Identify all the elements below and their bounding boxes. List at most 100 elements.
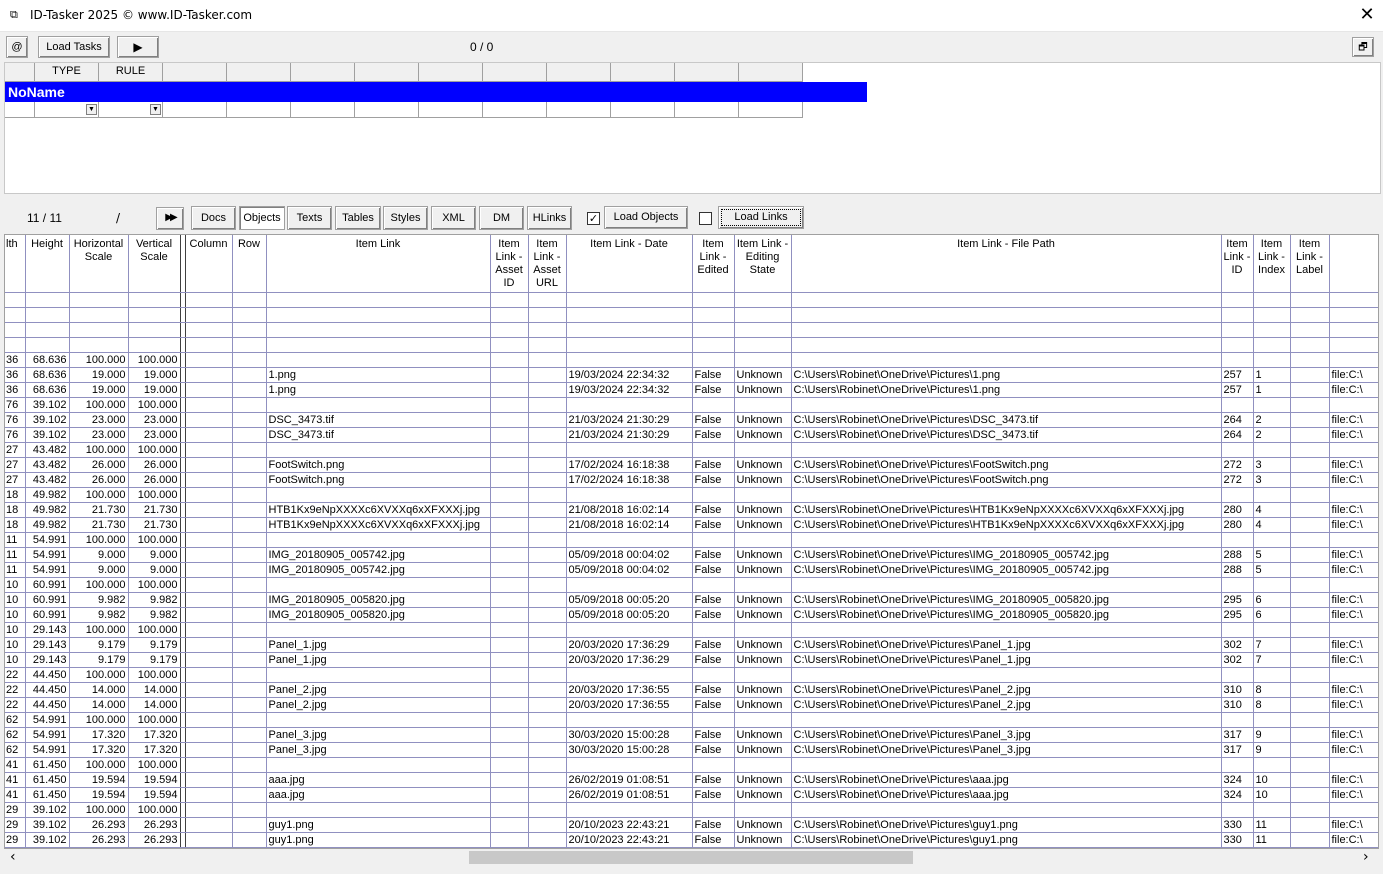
table-cell[interactable]: 1: [1253, 367, 1291, 383]
table-cell[interactable]: HTB1Kx9eNpXXXXc6XVXXq6xXFXXXj.jpg: [266, 517, 491, 533]
table-cell[interactable]: 27: [5, 442, 26, 458]
table-cell[interactable]: Unknown: [734, 742, 792, 758]
table-cell[interactable]: 54.991: [25, 727, 70, 743]
table-cell[interactable]: [791, 337, 1222, 353]
table-cell[interactable]: [1290, 607, 1330, 623]
table-cell[interactable]: [1329, 322, 1378, 338]
table-cell[interactable]: 29.143: [25, 652, 70, 668]
table-cell[interactable]: 272: [1221, 457, 1254, 473]
table-cell[interactable]: 30/03/2020 15:00:28: [566, 742, 693, 758]
table-cell[interactable]: [566, 757, 693, 773]
table-cell[interactable]: [1253, 352, 1291, 368]
table-cell[interactable]: [791, 667, 1222, 683]
table-cell[interactable]: [232, 832, 267, 848]
table-cell[interactable]: 264: [1221, 412, 1254, 428]
table-cell[interactable]: [1253, 442, 1291, 458]
table-cell[interactable]: [490, 322, 529, 338]
table-cell[interactable]: [1329, 577, 1378, 593]
table-cell[interactable]: C:\Users\Robinet\OneDrive\Pictures\aaa.j…: [791, 772, 1222, 788]
table-cell[interactable]: aaa.jpg: [266, 772, 491, 788]
table-cell[interactable]: 20/03/2020 17:36:55: [566, 682, 693, 698]
table-cell[interactable]: 54.991: [25, 532, 70, 548]
table-row[interactable]: 10 60.991 9.982 9.982 IMG_20180905_005820.jp…: [5, 592, 1378, 608]
table-cell[interactable]: [1290, 592, 1330, 608]
table-cell[interactable]: [232, 727, 267, 743]
table-cell[interactable]: 54.991: [25, 742, 70, 758]
table-cell[interactable]: 330: [1221, 832, 1254, 848]
table-cell[interactable]: Panel_1.jpg: [266, 637, 491, 653]
table-cell[interactable]: C:\Users\Robinet\OneDrive\Pictures\HTB1K…: [791, 502, 1222, 518]
table-row[interactable]: 10 29.143 9.179 9.179 Panel_1.jpg 20/03/2020 …: [5, 652, 1378, 668]
table-cell[interactable]: Unknown: [734, 727, 792, 743]
table-cell[interactable]: file:C:\: [1329, 457, 1378, 473]
table-cell[interactable]: 76: [5, 397, 26, 413]
table-cell[interactable]: [528, 742, 567, 758]
table-cell[interactable]: [490, 577, 529, 593]
table-cell[interactable]: [528, 727, 567, 743]
table-cell[interactable]: [1290, 772, 1330, 788]
column-header[interactable]: lth: [5, 235, 26, 293]
table-cell[interactable]: 257: [1221, 367, 1254, 383]
table-cell[interactable]: 9: [1253, 742, 1291, 758]
table-cell[interactable]: [1329, 337, 1378, 353]
table-cell[interactable]: 11: [5, 532, 26, 548]
table-cell[interactable]: [232, 757, 267, 773]
table-cell[interactable]: [266, 442, 491, 458]
table-cell[interactable]: 100.000: [128, 397, 181, 413]
table-cell[interactable]: 9.179: [69, 637, 129, 653]
table-cell[interactable]: 68.636: [25, 367, 70, 383]
table-cell[interactable]: file:C:\: [1329, 637, 1378, 653]
table-cell[interactable]: Unknown: [734, 547, 792, 563]
table-cell[interactable]: file:C:\: [1329, 682, 1378, 698]
table-cell[interactable]: 9.179: [128, 637, 181, 653]
table-cell[interactable]: [232, 637, 267, 653]
table-cell[interactable]: file:C:\: [1329, 727, 1378, 743]
table-cell[interactable]: [232, 427, 267, 443]
table-cell[interactable]: Unknown: [734, 697, 792, 713]
table-cell[interactable]: 257: [1221, 382, 1254, 398]
table-cell[interactable]: [1290, 382, 1330, 398]
table-cell[interactable]: [791, 292, 1222, 308]
table-cell[interactable]: 26.293: [128, 817, 181, 833]
table-row[interactable]: 22 44.450 100.000 100.000: [5, 667, 1378, 683]
table-cell[interactable]: [566, 322, 693, 338]
table-cell[interactable]: [1290, 547, 1330, 563]
table-cell[interactable]: [1253, 622, 1291, 638]
table-cell[interactable]: 317: [1221, 727, 1254, 743]
table-cell[interactable]: [528, 562, 567, 578]
table-cell[interactable]: 26.293: [69, 832, 129, 848]
table-cell[interactable]: 29: [5, 802, 26, 818]
table-cell[interactable]: 27: [5, 457, 26, 473]
table-cell[interactable]: 100.000: [69, 442, 129, 458]
table-cell[interactable]: [490, 517, 529, 533]
table-cell[interactable]: aaa.jpg: [266, 787, 491, 803]
table-cell[interactable]: False: [692, 502, 735, 518]
table-cell[interactable]: [528, 802, 567, 818]
table-row[interactable]: 76 39.102 100.000 100.000: [5, 397, 1378, 413]
table-cell[interactable]: [69, 322, 129, 338]
table-cell[interactable]: [734, 397, 792, 413]
table-row[interactable]: 18 49.982 100.000 100.000: [5, 487, 1378, 503]
table-cell[interactable]: Unknown: [734, 502, 792, 518]
table-cell[interactable]: [490, 382, 529, 398]
table-cell[interactable]: [490, 697, 529, 713]
table-cell[interactable]: [232, 562, 267, 578]
table-cell[interactable]: [185, 652, 233, 668]
table-cell[interactable]: [692, 487, 735, 503]
table-cell[interactable]: [1290, 532, 1330, 548]
table-cell[interactable]: 10: [5, 637, 26, 653]
table-cell[interactable]: 9: [1253, 727, 1291, 743]
chevron-down-icon[interactable]: ▼: [86, 104, 97, 115]
table-cell[interactable]: [232, 337, 267, 353]
column-header[interactable]: Item Link: [266, 235, 491, 293]
table-cell[interactable]: [185, 487, 233, 503]
table-cell[interactable]: 324: [1221, 772, 1254, 788]
table-cell[interactable]: [232, 322, 267, 338]
table-cell[interactable]: 23.000: [128, 412, 181, 428]
table-cell[interactable]: Panel_3.jpg: [266, 742, 491, 758]
table-cell[interactable]: [1290, 292, 1330, 308]
table-cell[interactable]: [528, 607, 567, 623]
table-cell[interactable]: [566, 307, 693, 323]
table-cell[interactable]: Unknown: [734, 817, 792, 833]
table-cell[interactable]: [528, 442, 567, 458]
